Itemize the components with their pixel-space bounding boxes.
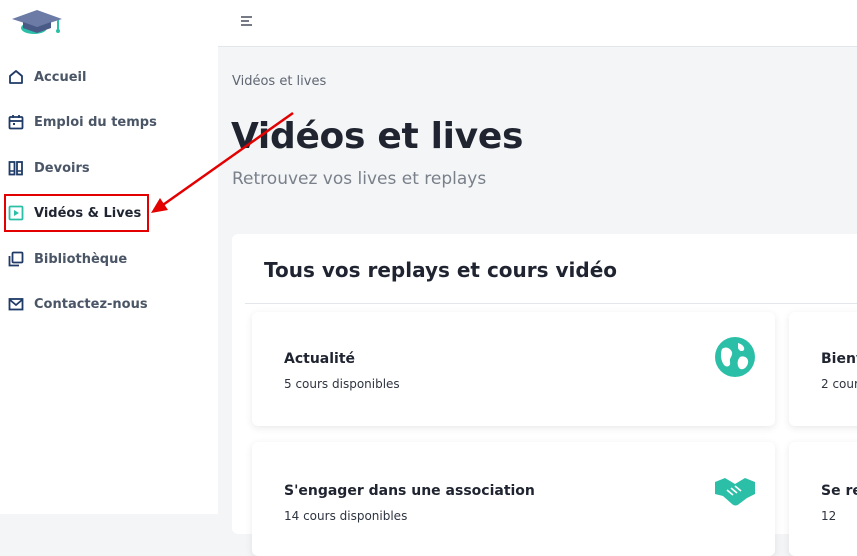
page-title: Vidéos et lives: [231, 116, 524, 157]
handshake-icon: [715, 478, 755, 506]
sidebar-item-accueil[interactable]: Accueil: [0, 55, 218, 99]
card-title: S'engager dans une association: [284, 483, 535, 499]
menu-icon[interactable]: [240, 14, 254, 28]
sidebar-item-contactez-nous[interactable]: Contactez-nous: [0, 282, 218, 326]
sidebar-item-emploi-du-temps[interactable]: Emploi du temps: [0, 100, 218, 144]
card-subtitle: 5 cours disponibles: [284, 377, 400, 391]
home-icon: [9, 70, 23, 84]
sidebar: Accueil Emploi du temps Devoirs Vidéos &…: [0, 0, 218, 514]
sidebar-item-label: Devoirs: [34, 160, 90, 176]
course-card-actualite[interactable]: Actualité 5 cours disponibles: [252, 312, 775, 426]
sidebar-item-label: Contactez-nous: [34, 296, 148, 312]
annotation-highlight-box: [4, 194, 149, 232]
card-subtitle: 14 cours disponibles: [284, 509, 408, 523]
panel-title: Tous vos replays et cours vidéo: [264, 258, 618, 282]
library-icon: [8, 251, 24, 267]
calendar-icon: [8, 115, 24, 130]
sidebar-item-devoirs[interactable]: Devoirs: [0, 146, 218, 190]
sidebar-item-label: Accueil: [34, 69, 87, 85]
breadcrumb: Vidéos et lives: [232, 74, 327, 89]
panel-divider: [245, 303, 857, 304]
course-card-bienvenue[interactable]: Bienv 2 cour: [789, 312, 857, 426]
page-subtitle: Retrouvez vos lives et replays: [232, 169, 487, 189]
card-title: Bienv: [821, 351, 857, 367]
books-icon: [8, 161, 23, 176]
graduation-cap-logo-icon[interactable]: [10, 8, 64, 36]
sidebar-item-label: Emploi du temps: [34, 114, 157, 130]
card-title: Se re: [821, 483, 857, 499]
sidebar-item-label: Bibliothèque: [34, 251, 128, 267]
card-subtitle: 12: [821, 509, 837, 523]
card-subtitle: 2 cour: [821, 377, 857, 391]
mail-icon: [8, 298, 24, 311]
globe-icon: [715, 337, 755, 377]
card-title: Actualité: [284, 351, 356, 367]
sidebar-item-bibliotheque[interactable]: Bibliothèque: [0, 237, 218, 281]
course-card-association[interactable]: S'engager dans une association 14 cours …: [252, 442, 775, 556]
replays-panel: Tous vos replays et cours vidéo Actualit…: [232, 234, 857, 556]
course-card-se-reperer[interactable]: Se re 12: [789, 442, 857, 556]
top-bar: [218, 0, 857, 47]
